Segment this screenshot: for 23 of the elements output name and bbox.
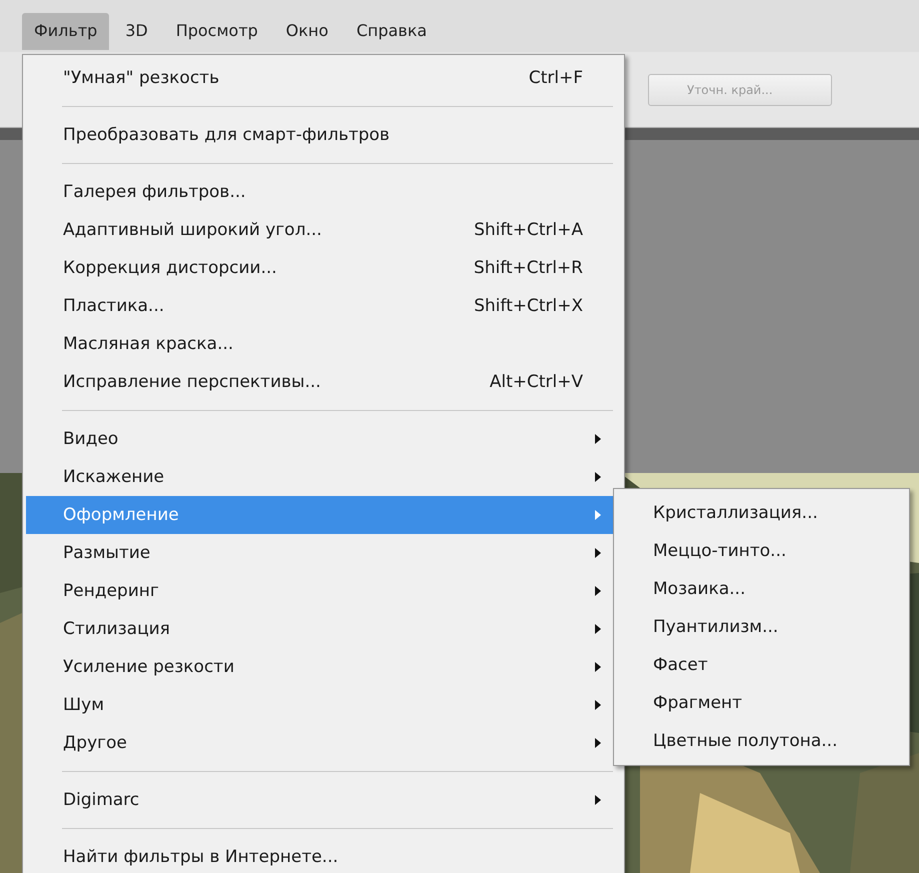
menu-item[interactable]: Исправление перспективы... Alt+Ctrl+V xyxy=(26,363,621,401)
menu-item[interactable]: Найти фильтры в Интернете... xyxy=(26,838,621,873)
menu-item[interactable]: Масляная краска... xyxy=(26,325,621,363)
menu-item[interactable]: Цветные полутона... xyxy=(614,722,909,760)
menu-bar-item[interactable]: Фильтр xyxy=(22,13,110,50)
menu-bar-item[interactable]: Окно xyxy=(274,13,340,50)
menu-item[interactable]: Искажение xyxy=(26,458,621,496)
menu-item[interactable]: Мозаика... xyxy=(614,570,909,608)
menu-item[interactable]: Видео xyxy=(26,420,621,458)
menu-bar-item[interactable]: 3D xyxy=(113,13,160,50)
menu-bar-item[interactable]: Просмотр xyxy=(164,13,270,50)
menu-item[interactable]: Пуантилизм... xyxy=(614,608,909,646)
menu-item[interactable]: Преобразовать для смарт-фильтров xyxy=(26,116,621,154)
menu-item[interactable]: "Умная" резкость Ctrl+F xyxy=(26,59,621,97)
menu-item[interactable]: Пластика... Shift+Ctrl+X xyxy=(26,287,621,325)
menu-item[interactable]: Фрагмент xyxy=(614,684,909,722)
menu-item[interactable]: Фасет xyxy=(614,646,909,684)
menu-item[interactable]: Адаптивный широкий угол... Shift+Ctrl+A xyxy=(26,211,621,249)
menu-item[interactable]: Галерея фильтров... xyxy=(26,173,621,211)
menu-item[interactable]: Меццо-тинто... xyxy=(614,532,909,570)
menu-item[interactable]: Коррекция дисторсии... Shift+Ctrl+R xyxy=(26,249,621,287)
menu-item[interactable]: Digimarc xyxy=(26,781,621,819)
menu-bar-item[interactable]: Справка xyxy=(344,13,439,50)
